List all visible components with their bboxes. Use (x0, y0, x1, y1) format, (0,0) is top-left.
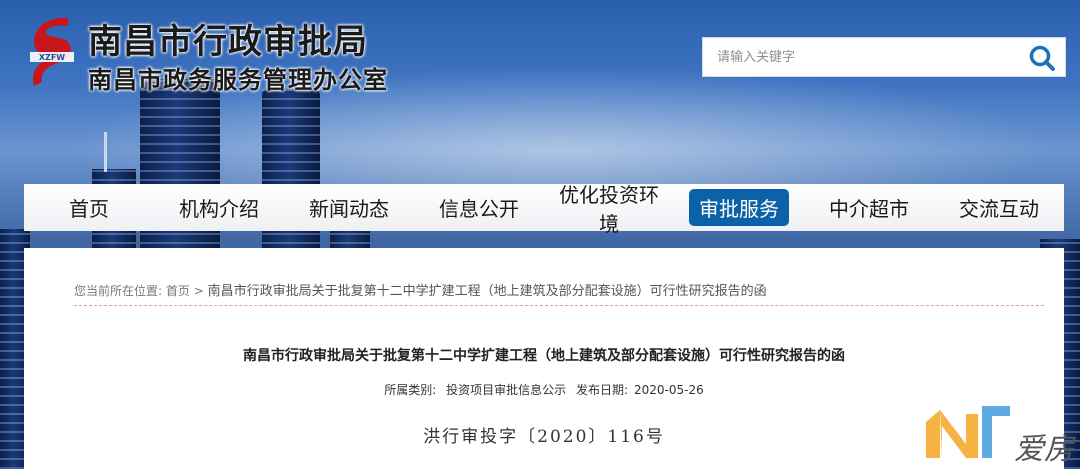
house-watermark-icon (926, 406, 1010, 458)
nav-item-approval-service[interactable]: 审批服务 (674, 184, 804, 231)
breadcrumb-separator: > (193, 284, 204, 298)
nav-item-agency-market[interactable]: 中介超市 (804, 184, 934, 231)
breadcrumb-current: 南昌市行政审批局关于批复第十二中学扩建工程（地上建筑及部分配套设施）可行性研究报… (207, 284, 767, 299)
search-input[interactable] (703, 38, 1013, 76)
nav-item-label: 新闻动态 (309, 197, 389, 221)
nav-item-home[interactable]: 首页 (24, 184, 154, 231)
main-nav: 首页 机构介绍 新闻动态 信息公开 优化投资环境 审批服务 中介超市 交流互动 (24, 183, 1064, 236)
background-spire (104, 132, 107, 172)
nav-item-label: 中介超市 (829, 197, 909, 221)
nav-item-label: 机构介绍 (179, 197, 259, 221)
site-subtitle: 南昌市政务服务管理办公室 (88, 66, 388, 94)
search-icon (1029, 45, 1055, 71)
nav-item-investment-env[interactable]: 优化投资环境 (544, 183, 674, 236)
article-panel: 您当前所在位置: 首页 > 南昌市行政审批局关于批复第十二中学扩建工程（地上建筑… (24, 248, 1064, 469)
breadcrumb-prefix: 您当前所在位置: (74, 284, 163, 298)
date-label: 发布日期: (575, 383, 628, 397)
breadcrumb-home-link[interactable]: 首页 (166, 284, 190, 298)
category-label: 所属类别: (384, 383, 437, 397)
site-logo[interactable]: XZFW (20, 12, 84, 92)
nav-item-interaction[interactable]: 交流互动 (934, 184, 1064, 231)
search-button[interactable] (1025, 41, 1059, 75)
date-value: 2020-05-26 (634, 383, 704, 397)
watermark-text: 爱房 (1014, 432, 1074, 467)
breadcrumb: 您当前所在位置: 首页 > 南昌市行政审批局关于批复第十二中学扩建工程（地上建筑… (74, 280, 1044, 306)
nav-item-label: 优化投资环境 (559, 182, 659, 236)
nav-item-label: 审批服务 (689, 189, 789, 226)
nav-item-label: 交流互动 (959, 197, 1039, 221)
nav-item-label: 信息公开 (439, 197, 519, 221)
search-bar (702, 37, 1066, 77)
article-title: 南昌市行政审批局关于批复第十二中学扩建工程（地上建筑及部分配套设施）可行性研究报… (243, 348, 845, 364)
watermark-logo: 爱房 (922, 400, 1080, 469)
logo-emblem-icon: XZFW (30, 17, 74, 86)
nav-item-label: 首页 (69, 197, 109, 221)
logo-text: XZFW (39, 53, 65, 62)
nav-item-news[interactable]: 新闻动态 (284, 184, 414, 231)
nav-item-about[interactable]: 机构介绍 (154, 184, 284, 231)
document-number: 洪行审投字〔2020〕116号 (423, 427, 665, 447)
article-meta: 所属类别: 投资项目审批信息公示 发布日期: 2020-05-26 (24, 381, 1064, 398)
category-value: 投资项目审批信息公示 (446, 383, 567, 397)
site-title: 南昌市行政审批局 (88, 22, 368, 62)
nav-item-info-disclosure[interactable]: 信息公开 (414, 184, 544, 231)
